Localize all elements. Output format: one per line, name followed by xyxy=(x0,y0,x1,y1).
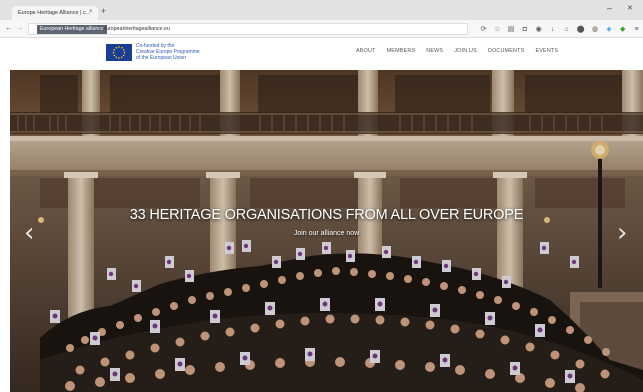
hero-slider: 33 HERITAGE ORGANISATIONS FROM ALL OVER … xyxy=(10,70,643,392)
nav-about[interactable]: ABOUT xyxy=(356,48,376,54)
eu-funding-text: Co-funded by the Creative Europe Program… xyxy=(136,43,200,62)
star-icon[interactable]: ☆ xyxy=(494,25,501,34)
address-bar-row: ← → European Heritage alliance europeanh… xyxy=(0,20,643,38)
sync-icon[interactable]: ◈ xyxy=(605,25,612,34)
back-arrow-icon[interactable]: ← xyxy=(5,23,13,32)
nav-news[interactable]: NEWS xyxy=(426,48,443,54)
addon-icon[interactable]: ◍ xyxy=(592,25,599,34)
hero-join-link[interactable]: Join our alliance now xyxy=(10,230,643,237)
funded-line-3: of the European Union xyxy=(136,55,187,62)
hero-title: 33 HERITAGE ORGANISATIONS FROM ALL OVER … xyxy=(129,207,524,223)
browser-tab-bar: Europe Heritage Alliance | c... × + – ✕ xyxy=(0,0,643,20)
extension-icon[interactable]: ◉ xyxy=(535,25,542,34)
menu-icon[interactable]: ≡ xyxy=(633,25,640,34)
browser-tab[interactable]: Europe Heritage Alliance | c... xyxy=(12,6,98,20)
slider-prev-icon[interactable]: ‹ xyxy=(24,218,34,248)
url-text: europeanheritagealliance.eu xyxy=(103,26,170,32)
slider-next-icon[interactable]: › xyxy=(617,218,627,248)
home-icon[interactable]: ⌂ xyxy=(563,25,570,34)
main-nav: ABOUT MEMBERS NEWS JOIN US DOCUMENTS EVE… xyxy=(356,48,558,54)
url-selected-text: European Heritage alliance xyxy=(37,25,107,34)
nav-members[interactable]: MEMBERS xyxy=(387,48,416,54)
tab-close-icon[interactable]: × xyxy=(89,9,93,15)
shield-icon[interactable]: ◆ xyxy=(619,25,626,34)
tab-title: Europe Heritage Alliance | c... xyxy=(18,10,91,16)
eu-flag-logo xyxy=(106,44,132,61)
library-icon[interactable]: ▤ xyxy=(508,25,515,34)
nav-documents[interactable]: DOCUMENTS xyxy=(488,48,525,54)
close-window-icon[interactable]: ✕ xyxy=(627,4,633,12)
pocket-icon[interactable]: ◘ xyxy=(521,25,528,34)
site-header: Co-funded by the Creative Europe Program… xyxy=(0,38,643,70)
minimize-icon[interactable]: – xyxy=(607,3,612,13)
browser-toolbar: ⟳ ☆ ▤ ◘ ◉ ↓ ⌂ ⬤ ◍ ◈ ◆ ≡ xyxy=(480,24,640,34)
nav-join-us[interactable]: JOIN US xyxy=(454,48,477,54)
new-tab-button[interactable]: + xyxy=(101,6,106,16)
bookmark-icon[interactable]: ⬤ xyxy=(577,25,585,34)
download-icon[interactable]: ↓ xyxy=(549,25,556,34)
url-input[interactable]: European Heritage alliance europeanherit… xyxy=(28,23,468,35)
reload-icon[interactable]: ⟳ xyxy=(480,25,487,34)
nav-events[interactable]: EVENTS xyxy=(535,48,558,54)
forward-arrow-icon[interactable]: → xyxy=(16,23,24,32)
